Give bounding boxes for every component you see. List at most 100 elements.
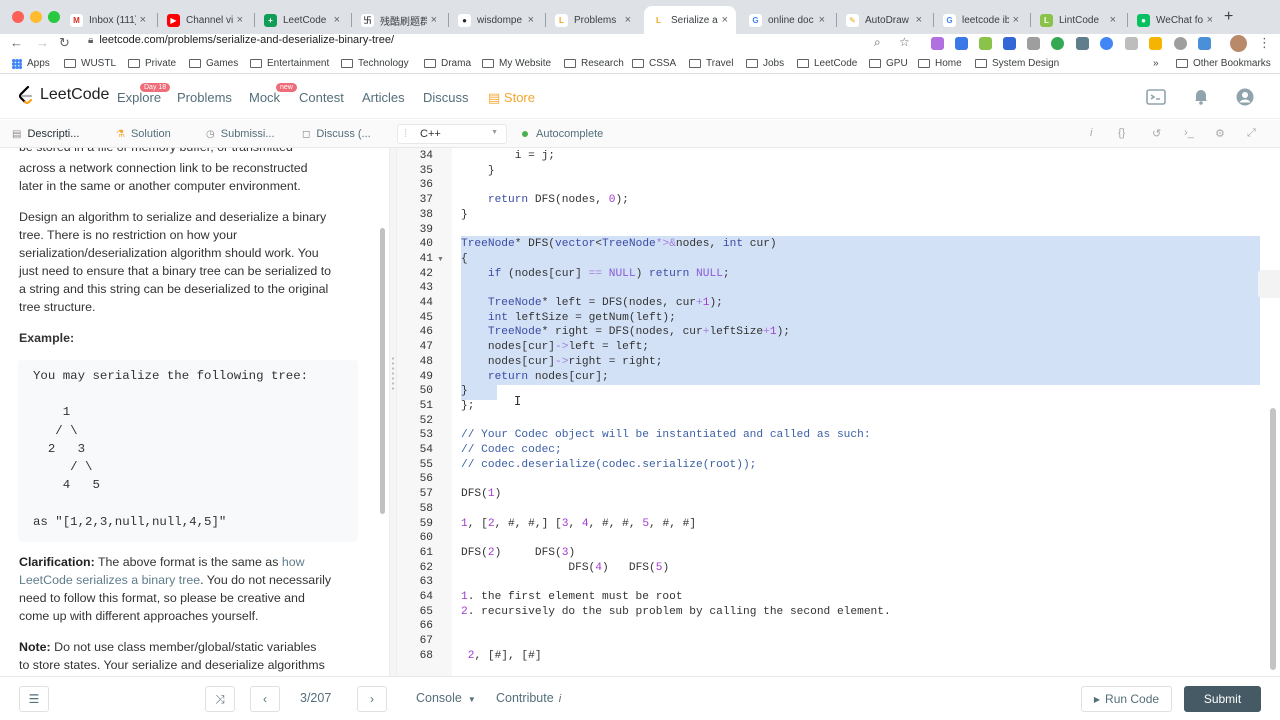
browser-tab[interactable]: + LeetCode × (256, 6, 348, 34)
bookmark-jobs[interactable]: Jobs (746, 58, 784, 69)
extension-shield-icon[interactable] (1003, 37, 1016, 50)
reset-icon[interactable]: ↺ (1152, 127, 1161, 140)
code-line[interactable]: 63 (397, 576, 1280, 591)
code-line[interactable]: 39 (397, 224, 1280, 239)
browser-tab[interactable]: L Serialize a × (644, 6, 736, 34)
browser-tab[interactable]: 卐残酷刷题群 × (353, 6, 445, 34)
tab-close-icon[interactable]: × (916, 14, 922, 26)
contribute-button[interactable]: Contribute i (496, 691, 561, 705)
extension-bird-icon[interactable] (1198, 37, 1211, 50)
code-line[interactable]: 37 return DFS(nodes, 0); (397, 194, 1280, 209)
code-line[interactable]: 42 if (nodes[cur] == NULL) return NULL; (397, 268, 1280, 283)
browser-tab[interactable]: ▶ Channel vi × (159, 6, 251, 34)
back-arrow-icon[interactable]: ← (10, 35, 23, 50)
tab-close-icon[interactable]: × (237, 14, 243, 26)
notification-bell-icon[interactable] (1193, 88, 1209, 105)
extension-grid-icon[interactable] (1027, 37, 1040, 50)
tab-close-icon[interactable]: × (1110, 14, 1116, 26)
tab-description[interactable]: ▤ Descripti... (12, 128, 79, 140)
nav-problems[interactable]: Problems (177, 90, 232, 105)
zoom-icon[interactable]: ⌕ (874, 35, 881, 50)
code-line[interactable]: 61 DFS(2) DFS(3) (397, 547, 1280, 562)
settings-gear-icon[interactable]: ⚙ (1215, 127, 1225, 140)
tab-close-icon[interactable]: × (722, 14, 728, 26)
code-line[interactable]: 49 return nodes[cur]; (397, 371, 1280, 386)
playground-icon[interactable] (1146, 89, 1166, 105)
extension-pen-icon[interactable] (931, 37, 944, 50)
editor-side-tab[interactable] (1258, 270, 1280, 298)
forward-arrow-icon[interactable]: → (36, 35, 49, 50)
tab-close-icon[interactable]: × (819, 14, 825, 26)
splitter-grip-icon[interactable] (392, 356, 394, 392)
code-line[interactable]: 41 ▼ { (397, 253, 1280, 268)
code-line[interactable]: 66 (397, 620, 1280, 635)
language-select[interactable]: ⁞ C++ ▼ (397, 124, 507, 144)
profile-avatar[interactable] (1230, 35, 1247, 52)
problem-list-button[interactable]: ☰ (19, 686, 49, 712)
code-line[interactable]: 58 (397, 503, 1280, 518)
code-line[interactable]: 54 // Codec codec; (397, 444, 1280, 459)
code-line[interactable]: 45 int leftSize = getNum(left); (397, 312, 1280, 327)
bookmark-research[interactable]: Research (564, 58, 624, 69)
code-line[interactable]: 68 2, [#], [#] (397, 650, 1280, 665)
bookmark-star-icon[interactable]: ☆ (899, 35, 910, 49)
code-line[interactable]: 62 DFS(4) DFS(5) (397, 562, 1280, 577)
code-line[interactable]: 67 (397, 635, 1280, 650)
code-line[interactable]: 65 2. recursively do the sub problem by c… (397, 606, 1280, 621)
code-line[interactable]: 43 (397, 282, 1280, 297)
terminal-icon[interactable]: ›_ (1184, 127, 1194, 139)
code-line[interactable]: 50} (397, 385, 1280, 400)
code-line[interactable]: 57 DFS(1) (397, 488, 1280, 503)
bookmark-apps[interactable]: Apps (12, 58, 50, 69)
tab-solution[interactable]: ⚗ Solution (116, 128, 171, 140)
description-scrollbar[interactable] (380, 228, 385, 514)
nav-contest[interactable]: Contest (299, 90, 344, 105)
code-line[interactable]: 35 } (397, 165, 1280, 180)
fullscreen-icon[interactable]: ⤢ (1247, 127, 1256, 140)
more-menu-icon[interactable]: ⋮ (1258, 35, 1271, 51)
tab-discuss[interactable]: ◻ Discuss (... (302, 128, 371, 140)
extension-folder-icon[interactable] (1149, 37, 1162, 50)
nav-articles[interactable]: Articles (362, 90, 405, 105)
bookmark-my-website[interactable]: My Website (482, 58, 551, 69)
submit-button[interactable]: Submit (1184, 686, 1261, 712)
braces-icon[interactable]: {} (1118, 127, 1125, 139)
tab-close-icon[interactable]: × (1013, 14, 1019, 26)
fold-arrow-icon[interactable]: ▼ (437, 256, 444, 263)
code-editor[interactable]: 34 i = j; 35 } 36 37 return DFS(nodes, 0); 3… (397, 148, 1280, 676)
code-line[interactable]: 47 nodes[cur]->left = left; (397, 341, 1280, 356)
code-line[interactable]: 48 nodes[cur]->right = right; (397, 356, 1280, 371)
tab-close-icon[interactable]: × (528, 14, 534, 26)
maximize-window-icon[interactable] (48, 11, 60, 23)
bookmark-leetcode[interactable]: LeetCode (797, 58, 857, 69)
browser-tab[interactable]: L LintCode × (1032, 6, 1124, 34)
code-line[interactable]: 36 (397, 179, 1280, 194)
bookmark-gpu[interactable]: GPU (869, 58, 908, 69)
code-line[interactable]: 64 1. the first element must be root (397, 591, 1280, 606)
bookmark-games[interactable]: Games (189, 58, 238, 69)
leetcode-serialize-link[interactable]: how (282, 555, 305, 569)
browser-tab[interactable]: ● WeChat for × (1129, 6, 1221, 34)
tab-submissions[interactable]: ◷ Submissi... (206, 128, 275, 140)
nav-store[interactable]: ▤ Store (488, 90, 535, 106)
code-line[interactable]: 59 1, [2, #, #,] [3, 4, #, #, 5, #, #] (397, 518, 1280, 533)
next-problem-button[interactable]: › (357, 686, 387, 712)
panel-splitter[interactable] (389, 148, 397, 676)
bookmark-private[interactable]: Private (128, 58, 176, 69)
leetcode-serialize-link[interactable]: LeetCode serializes a binary tree (19, 573, 200, 587)
browser-tab[interactable]: ● wisdompe × (450, 6, 542, 34)
extension-doc-icon[interactable] (1125, 37, 1138, 50)
tab-close-icon[interactable]: × (334, 14, 340, 26)
code-line[interactable]: 53 // Your Codec object will be instantia… (397, 429, 1280, 444)
code-line[interactable]: 51}; (397, 400, 1280, 415)
code-line[interactable]: 38} (397, 209, 1280, 224)
reload-icon[interactable]: ↻ (59, 35, 70, 51)
leetcode-logo[interactable]: LeetCode (18, 85, 109, 105)
random-problem-button[interactable]: ⤨ (205, 686, 235, 712)
bookmark-system-design[interactable]: System Design (975, 58, 1059, 69)
other-bookmarks[interactable]: Other Bookmarks (1176, 58, 1271, 69)
extension-translate-icon[interactable] (955, 37, 968, 50)
code-line[interactable]: 55 // codec.deserialize(codec.serialize(r… (397, 459, 1280, 474)
browser-tab[interactable]: Gonline doc × (741, 6, 833, 34)
tab-close-icon[interactable]: × (625, 14, 631, 26)
